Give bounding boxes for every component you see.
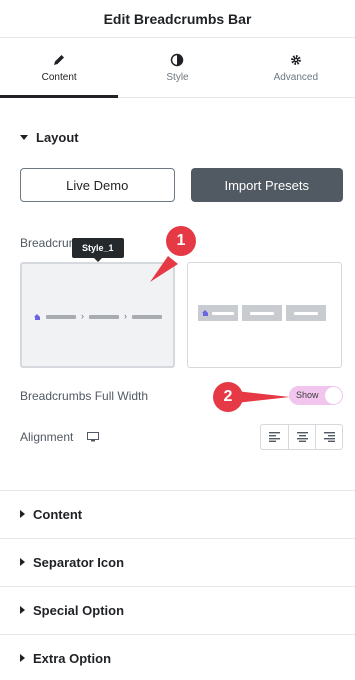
chevron-right-icon: › [81,311,84,321]
panel-header: Edit Breadcrumbs Bar [0,0,355,38]
section-special-title: Special Option [33,602,125,618]
align-right-icon [323,432,335,442]
section-special-option[interactable]: Special Option [0,586,355,634]
tab-style-label: Style [166,71,189,83]
section-special-header[interactable]: Special Option [0,587,355,633]
annotation-marker-1: 1 [166,226,196,256]
desktop-icon[interactable] [87,432,100,442]
live-demo-button[interactable]: Live Demo [20,168,175,202]
align-right-button[interactable] [315,425,342,449]
align-left-icon [269,432,280,442]
section-extra-option[interactable]: Extra Option [0,634,355,680]
crumb-bar [89,314,119,319]
section-layout-title: Layout [36,129,79,145]
caret-right-icon [20,606,25,614]
align-center-icon [296,432,308,442]
style-tooltip: Style_1 [72,238,124,262]
crumb-bar [132,314,162,319]
tab-advanced[interactable]: Advanced [237,38,355,97]
contrast-icon [171,53,184,66]
tab-bar: Content Style Advanced [0,38,355,98]
crumb-bar [46,314,76,319]
full-width-toggle[interactable]: Show [289,386,343,405]
annotation-arrow-2 [236,391,290,403]
crumb-box [242,305,282,321]
section-separator-icon[interactable]: Separator Icon [0,538,355,586]
crumb-bar [250,311,274,315]
home-icon [202,310,209,316]
alignment-row: Alignment [20,424,343,450]
section-layout-header[interactable]: Layout [0,114,355,160]
section-content-title: Content [33,506,83,522]
full-width-label: Breadcrumbs Full Width [20,388,149,403]
panel-title: Edit Breadcrumbs Bar [103,10,252,27]
tab-content[interactable]: Content [0,38,119,98]
alignment-label-group: Alignment [20,430,100,444]
toggle-knob [325,387,342,404]
crumb-box [286,305,326,321]
caret-right-icon [20,654,25,662]
alignment-control [260,424,343,450]
crumb-bar [294,311,318,315]
align-left-button[interactable] [261,425,288,449]
crumb-bar [212,311,234,315]
import-presets-button[interactable]: Import Presets [190,168,343,202]
chevron-right-icon: › [124,311,127,321]
preset-1-preview: › › [34,312,162,321]
tab-style[interactable]: Style [118,38,236,97]
tab-advanced-label: Advanced [273,71,319,83]
section-content-header[interactable]: Content [0,491,355,537]
full-width-row: Breadcrumbs Full Width Show [20,386,343,405]
caret-right-icon [20,558,25,566]
layout-buttons: Live Demo Import Presets [0,168,355,202]
section-separator-title: Separator Icon [33,554,125,570]
pencil-icon [54,54,65,65]
home-icon [34,313,41,320]
style-preset-2[interactable] [187,262,342,368]
section-extra-header[interactable]: Extra Option [0,635,355,680]
section-content[interactable]: Content [0,490,355,538]
gear-icon [290,54,301,65]
tab-content-label: Content [41,71,77,83]
caret-right-icon [20,510,25,518]
align-center-button[interactable] [288,425,315,449]
alignment-label: Alignment [20,430,74,444]
caret-down-icon [20,134,28,140]
crumb-box [198,305,238,321]
section-extra-title: Extra Option [33,650,112,666]
toggle-label: Show [296,390,319,400]
section-separator-header[interactable]: Separator Icon [0,539,355,585]
annotation-marker-2: 2 [213,382,243,412]
preset-2-preview [198,305,326,321]
